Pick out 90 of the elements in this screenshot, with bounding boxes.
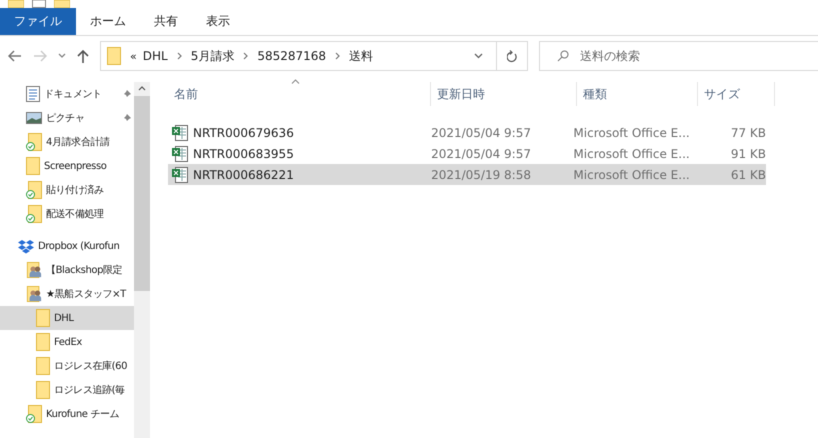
sidebar-item[interactable]: Dropbox (Kurofun — [0, 234, 134, 258]
folder-icon — [36, 381, 50, 399]
file-size: 91 KB — [730, 146, 766, 160]
sidebar-item-label: ドキュメント — [44, 88, 102, 101]
modified-date: 2021/05/04 9:57 — [430, 146, 532, 160]
breadcrumb-segment[interactable]: 585287168 — [257, 49, 326, 63]
sidebar-item-label: ロジレス在庫(60 — [54, 360, 128, 373]
sidebar-item-label: 【Blackshop限定 — [46, 264, 122, 277]
chevron-up-icon[interactable] — [138, 86, 146, 91]
document-icon — [26, 86, 40, 102]
spreadsheet-file-icon — [172, 146, 188, 162]
sidebar-item-label: DHL — [54, 312, 74, 324]
sidebar-item[interactable]: 4月請求合計請 — [0, 130, 134, 154]
column-header[interactable]: サイズ — [698, 82, 775, 106]
back-arrow-icon[interactable] — [8, 50, 22, 62]
sidebar-item[interactable]: Screenpresso — [0, 154, 134, 178]
sidebar-item-label: ピクチャ — [46, 112, 84, 125]
sidebar-item-label: Screenpresso — [44, 160, 107, 172]
refresh-icon — [506, 50, 518, 62]
file-type: Microsoft Office E... — [572, 168, 688, 182]
sidebar-item[interactable]: ドキュメント — [0, 82, 134, 106]
file-name: NRTR000679636 — [193, 126, 294, 140]
breadcrumb-segment[interactable]: DHL — [142, 49, 168, 63]
up-arrow-icon[interactable] — [77, 49, 89, 63]
folder-icon — [36, 333, 50, 351]
ribbon-tab[interactable]: 共有 — [140, 8, 192, 35]
ribbon-tab[interactable]: ホーム — [76, 8, 140, 35]
synced-folder-icon — [26, 133, 42, 151]
sidebar-item-label: FedEx — [54, 336, 82, 348]
file-name: NRTR000683955 — [193, 146, 294, 160]
sidebar-item-label: 4月請求合計請 — [46, 136, 110, 149]
synced-folder-icon — [26, 205, 42, 223]
modified-date: 2021/05/04 9:57 — [430, 126, 532, 140]
folder-icon — [36, 357, 50, 375]
search-icon — [557, 50, 569, 62]
sidebar-item-label: ロジレス追跡(毎 — [54, 384, 125, 397]
folder-icon — [107, 47, 121, 65]
sidebar-item-label: Dropbox (Kurofun — [38, 240, 120, 252]
overflow-chevron[interactable]: « — [130, 50, 137, 62]
sidebar-item[interactable]: ★黒船スタッフ×T — [0, 282, 134, 306]
search-field[interactable]: 送料の検索 — [539, 41, 818, 71]
synced-folder-icon — [26, 405, 42, 423]
shared-folder-icon — [26, 262, 42, 278]
chevron-right-icon[interactable] — [176, 52, 182, 60]
sidebar-item[interactable]: ロジレス追跡(毎 — [0, 378, 134, 402]
address-bar[interactable]: « DHL 5月請求 585287168 送料 — [100, 41, 528, 71]
ribbon-tab[interactable]: ファイル — [0, 8, 76, 35]
sidebar-item[interactable]: 【Blackshop限定 — [0, 258, 134, 282]
folder-icon — [36, 309, 50, 327]
sidebar-item-label: Kurofune チーム — [46, 408, 120, 421]
chevron-down-icon[interactable] — [58, 53, 66, 59]
breadcrumb-segment[interactable]: 送料 — [349, 48, 374, 64]
file-row[interactable]: NRTR000679636 2021/05/04 9:57 Microsoft Office E... 77 KB — [168, 122, 766, 143]
pin-icon — [122, 113, 132, 123]
sidebar-item-label: 配送不備処理 — [46, 208, 104, 221]
scrollbar[interactable] — [134, 82, 150, 438]
file-row[interactable]: NRTR000686221 2021/05/19 8:58 Microsoft Office E... 61 KB — [168, 164, 766, 185]
dropbox-icon — [18, 238, 34, 254]
file-size: 77 KB — [730, 126, 766, 140]
file-type: Microsoft Office E... — [572, 146, 688, 160]
folder-icon — [26, 157, 40, 175]
spreadsheet-file-icon — [172, 166, 188, 182]
column-header[interactable]: 名前 — [168, 82, 431, 106]
scrollbar-thumb[interactable] — [134, 96, 150, 291]
sidebar-item[interactable]: ロジレス在庫(60 — [0, 354, 134, 378]
breadcrumb-segment[interactable]: 5月請求 — [190, 48, 234, 64]
chevron-right-icon[interactable] — [243, 52, 248, 60]
file-row[interactable]: NRTR000683955 2021/05/04 9:57 Microsoft Office E... 91 KB — [168, 143, 766, 164]
sidebar-item-label: 貼り付け済み — [46, 184, 104, 197]
modified-date: 2021/05/19 8:58 — [430, 168, 532, 182]
chevron-down-icon[interactable] — [474, 53, 483, 59]
file-name: NRTR000686221 — [193, 168, 294, 182]
picture-icon — [26, 112, 42, 124]
column-header[interactable]: 更新日時 — [431, 82, 577, 106]
sidebar-item[interactable]: 貼り付け済み — [0, 178, 134, 202]
chevron-right-icon[interactable] — [335, 52, 340, 60]
file-size: 61 KB — [730, 168, 766, 182]
sidebar-item[interactable]: 配送不備処理 — [0, 202, 134, 226]
sidebar-item[interactable]: ピクチャ — [0, 106, 134, 130]
pin-icon — [122, 89, 132, 99]
file-type: Microsoft Office E... — [572, 126, 688, 140]
ribbon-tab[interactable]: 表示 — [192, 8, 244, 35]
shared-folder-icon — [26, 286, 42, 302]
synced-folder-icon — [26, 181, 42, 199]
sidebar-item[interactable]: FedEx — [0, 330, 134, 354]
spreadsheet-file-icon — [172, 124, 188, 140]
column-header[interactable]: 種類 — [577, 82, 698, 106]
sidebar-item[interactable]: Kurofune チーム — [0, 402, 134, 426]
sidebar-item-label: ★黒船スタッフ×T — [46, 288, 126, 301]
sidebar-item[interactable]: DHL — [0, 306, 134, 330]
